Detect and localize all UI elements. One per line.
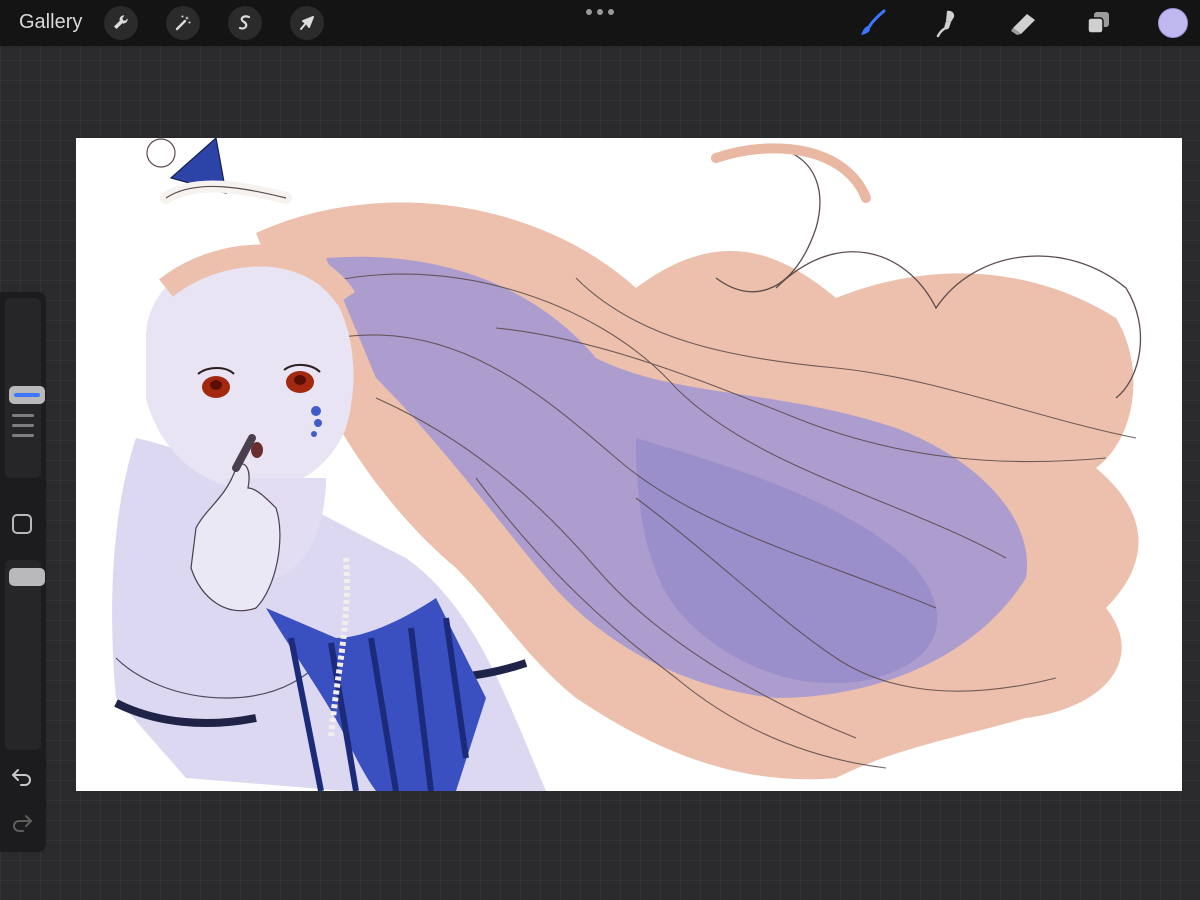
wrench-icon xyxy=(114,15,128,29)
selection-icon xyxy=(238,15,251,30)
more-dots-icon[interactable] xyxy=(586,8,614,16)
redo-button[interactable] xyxy=(10,810,34,839)
undo-icon xyxy=(12,769,31,786)
artwork-illustration xyxy=(112,138,1142,791)
erase-tool-button[interactable] xyxy=(1005,6,1041,40)
smudge-icon xyxy=(936,10,955,38)
layers-icon xyxy=(1087,12,1109,34)
opacity-slider[interactable] xyxy=(5,560,45,750)
smudge-tool-button[interactable] xyxy=(928,6,964,40)
left-sidebar xyxy=(0,292,46,852)
adjustments-button[interactable] xyxy=(166,6,200,40)
square-modify-icon[interactable] xyxy=(12,514,32,534)
layers-button[interactable] xyxy=(1080,6,1116,40)
actions-button[interactable] xyxy=(104,6,138,40)
undo-button[interactable] xyxy=(10,764,34,793)
redo-icon xyxy=(13,815,32,832)
paint-tool-button[interactable] xyxy=(855,6,891,40)
brush-icon xyxy=(861,9,886,35)
arrow-cursor-icon xyxy=(300,16,314,30)
color-picker-swatch[interactable] xyxy=(1158,8,1188,38)
brush-size-slider[interactable] xyxy=(5,298,45,478)
top-toolbar: Gallery xyxy=(0,0,1200,46)
drawing-canvas[interactable] xyxy=(76,138,1182,791)
magic-wand-icon xyxy=(175,15,191,31)
eraser-icon xyxy=(1011,14,1035,35)
selection-button[interactable] xyxy=(228,6,262,40)
size-slider-icon[interactable] xyxy=(9,386,45,404)
opacity-slider-icon[interactable] xyxy=(9,568,45,586)
transform-button[interactable] xyxy=(290,6,324,40)
gallery-button[interactable]: Gallery xyxy=(19,11,82,34)
